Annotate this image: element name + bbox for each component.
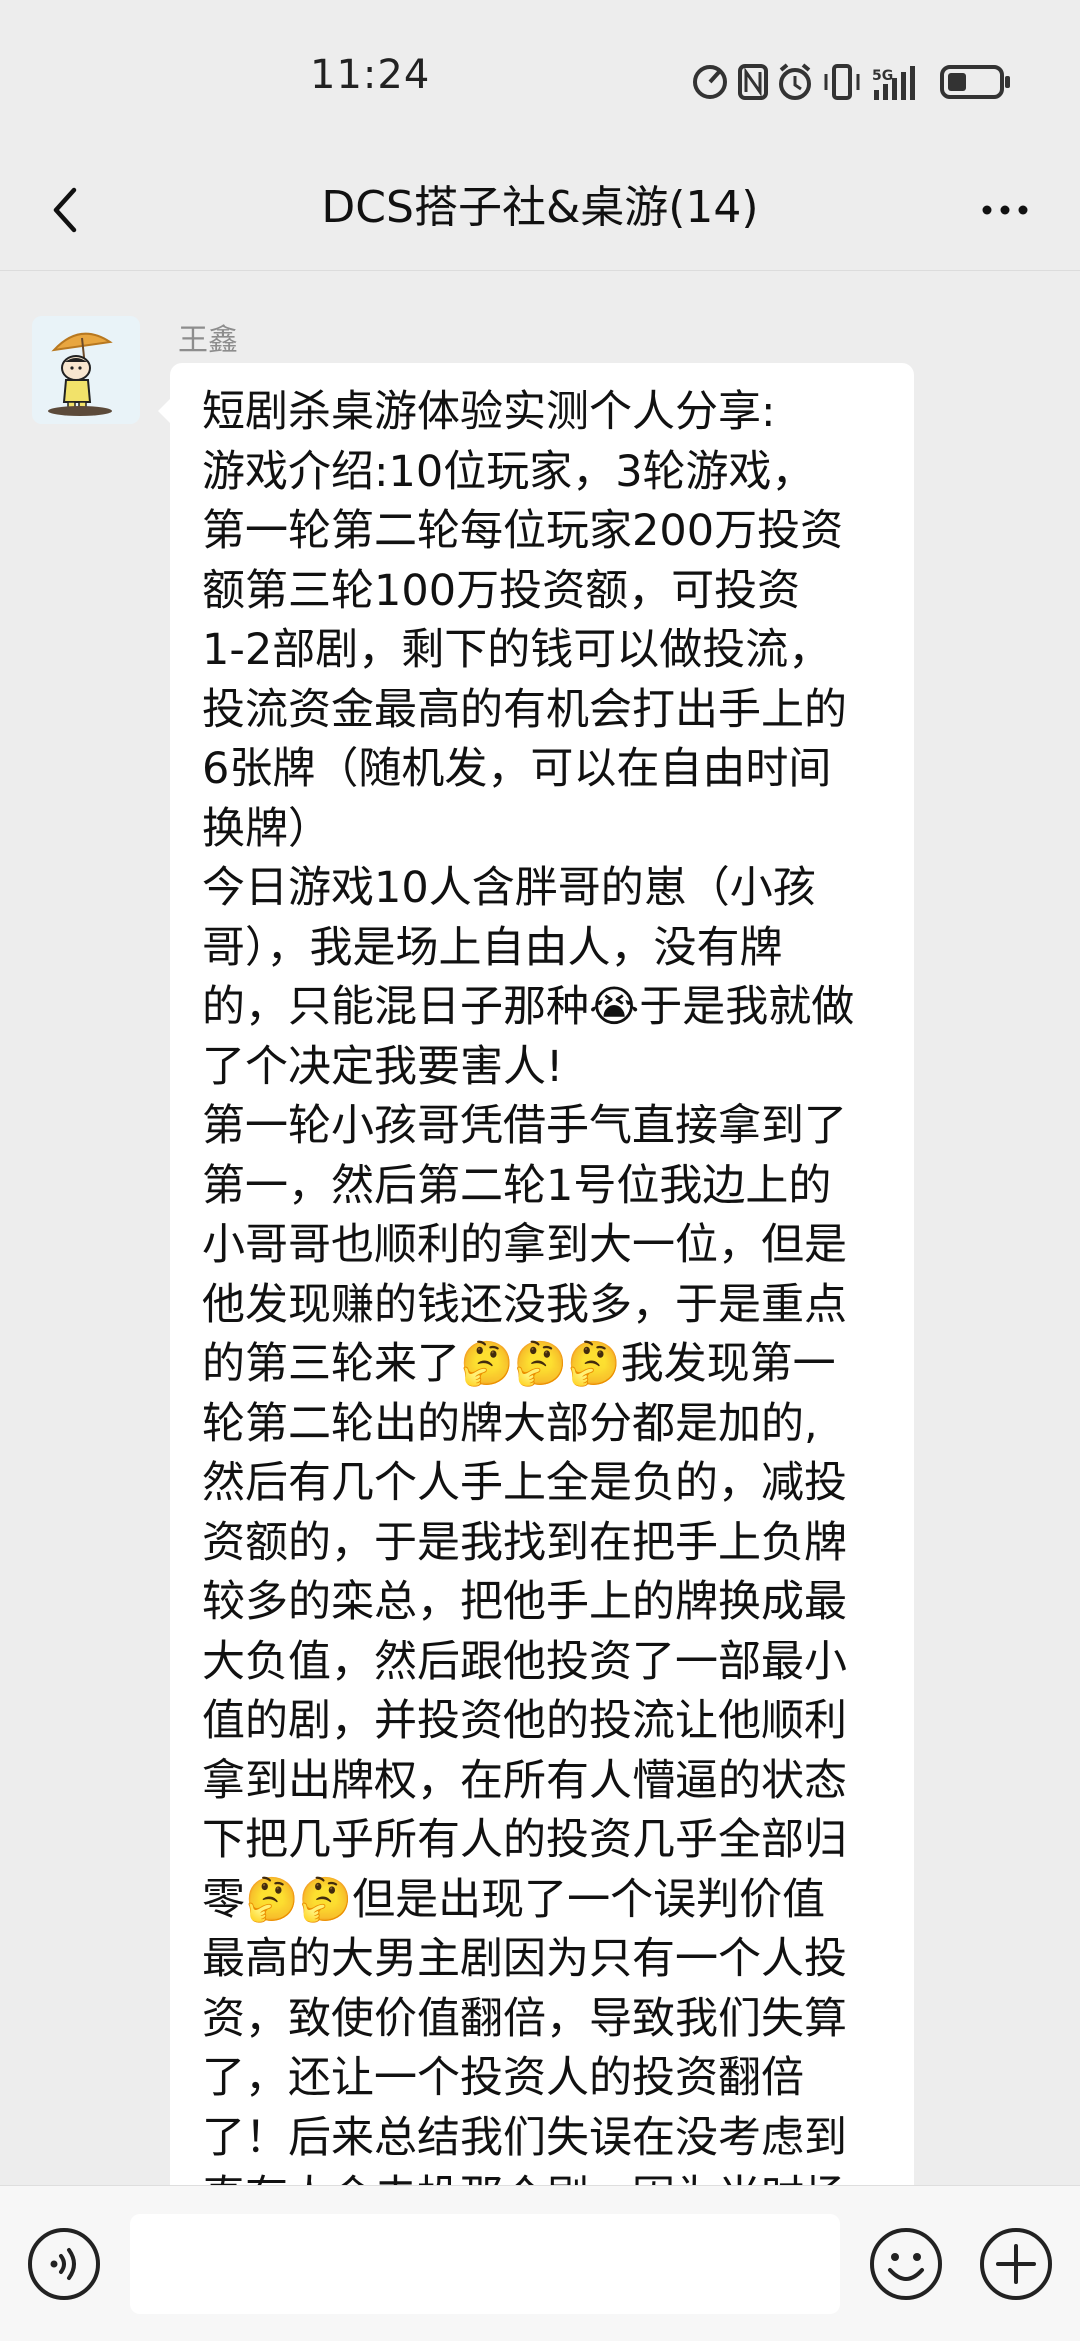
message-line: 了，还让一个投资人的投资翻倍 (202, 2053, 804, 2103)
avatar[interactable] (32, 316, 140, 424)
message-line: 第一，然后第二轮1号位我边上的 (202, 1160, 832, 1211)
message-line: 第一轮小孩哥凭借手气直接拿到了 (202, 1101, 847, 1151)
message-line: 哥），我是场上自由人，没有牌 (202, 922, 783, 973)
nfc-icon (738, 64, 768, 100)
message-line: 资，致使价值翻倍，导致我们失算 (202, 1993, 847, 2044)
status-icons: 5G (690, 58, 1040, 106)
voice-button[interactable] (26, 2226, 102, 2302)
input-bar (0, 2185, 1080, 2341)
more-horizontal-icon (982, 205, 1028, 215)
message-input[interactable] (130, 2214, 840, 2314)
message-line: 游戏介绍:10位玩家，3轮游戏， (202, 446, 815, 497)
message-line: 第一轮第二轮每位玩家200万投资 (202, 506, 844, 556)
chat-message-list[interactable]: 王鑫 短剧杀桌游体验实测个人分享: 游戏介绍:10位玩家，3轮游戏， 第一轮第二轮每… (0, 271, 1080, 2185)
speed-icon (693, 65, 727, 99)
message-line: 较多的栾总，把他手上的牌换成最 (202, 1577, 847, 1627)
more-button[interactable] (975, 180, 1035, 240)
message-line: 零🤔🤔但是出现了一个误判价值 (202, 1874, 826, 1925)
status-time: 11:24 (310, 52, 431, 98)
battery-icon (940, 65, 1010, 99)
message-line: 投流资金最高的有机会打出手上的 (202, 684, 847, 735)
message-line: 的，只能混日子那种😭于是我就做 (202, 982, 855, 1032)
svg-text:5G: 5G (872, 68, 893, 84)
sender-name: 王鑫 (178, 323, 238, 358)
bubble-tail (158, 399, 170, 423)
message-line: 真有人会去投那个剧，因为当时场 (202, 2168, 884, 2185)
emoji-icon (870, 2228, 942, 2300)
signal-5g-icon: 5G (872, 66, 915, 100)
message-line: 6张牌（随机发，可以在自由时间 (202, 744, 832, 794)
message-line: 拿到出牌权，在所有人懵逼的状态 (202, 1755, 847, 1806)
back-button[interactable] (40, 180, 96, 240)
message-line: 然后有几个人手上全是负的，减投 (202, 1458, 847, 1508)
cartoon-avatar-umbrella (32, 316, 140, 424)
message-line: 1-2部剧，剩下的钱可以做投流， (202, 625, 832, 675)
plus-circle-icon (980, 2228, 1052, 2300)
message-line: 值的剧，并投资他的投流让他顺利 (202, 1696, 847, 1746)
voice-icon (28, 2228, 100, 2300)
message-line: 最高的大男主剧因为只有一个人投 (202, 1934, 847, 1984)
message-line: 今日游戏10人含胖哥的崽（小孩 (202, 863, 816, 913)
message-line: 的第三轮来了🤔🤔🤔我发现第一 (202, 1339, 836, 1389)
alarm-icon (779, 63, 811, 100)
message-line: 他发现赚的钱还没我多，于是重点 (202, 1279, 847, 1330)
message-line: 大负值，然后跟他投资了一部最小 (202, 1636, 847, 1687)
message-text: 短剧杀桌游体验实测个人分享: 游戏介绍:10位玩家，3轮游戏， 第一轮第二轮每位玩家… (202, 383, 884, 2185)
message-line: 换牌） (202, 803, 331, 854)
chat-title: DCS搭子社&桌游(14) (321, 182, 759, 233)
message-line: 轮第二轮出的牌大部分都是加的, (202, 1398, 818, 1449)
chevron-left-icon (53, 187, 77, 233)
message-line: 了！后来总结我们失误在没考虑到 (202, 2112, 847, 2163)
message-line: 资额的，于是我找到在把手上负牌 (202, 1517, 847, 1568)
chat-header: DCS搭子社&桌游(14) (0, 150, 1080, 271)
vibrate-icon (824, 64, 860, 100)
message-line: 了个决定我要害人! (202, 1041, 564, 1092)
message-line: 短剧杀桌游体验实测个人分享: (202, 387, 776, 437)
message-line: 小哥哥也顺利的拿到大一位，但是 (202, 1220, 847, 1270)
message-line: 下把几乎所有人的投资几乎全部归 (202, 1815, 847, 1865)
message-bubble[interactable]: 短剧杀桌游体验实测个人分享: 游戏介绍:10位玩家，3轮游戏， 第一轮第二轮每位玩家… (158, 363, 914, 2185)
status-bar: 11:24 5G (0, 0, 1080, 150)
emoji-button[interactable] (868, 2226, 944, 2302)
more-functions-button[interactable] (978, 2226, 1054, 2302)
message-line: 额第三轮100万投资额，可投资 (202, 565, 801, 616)
